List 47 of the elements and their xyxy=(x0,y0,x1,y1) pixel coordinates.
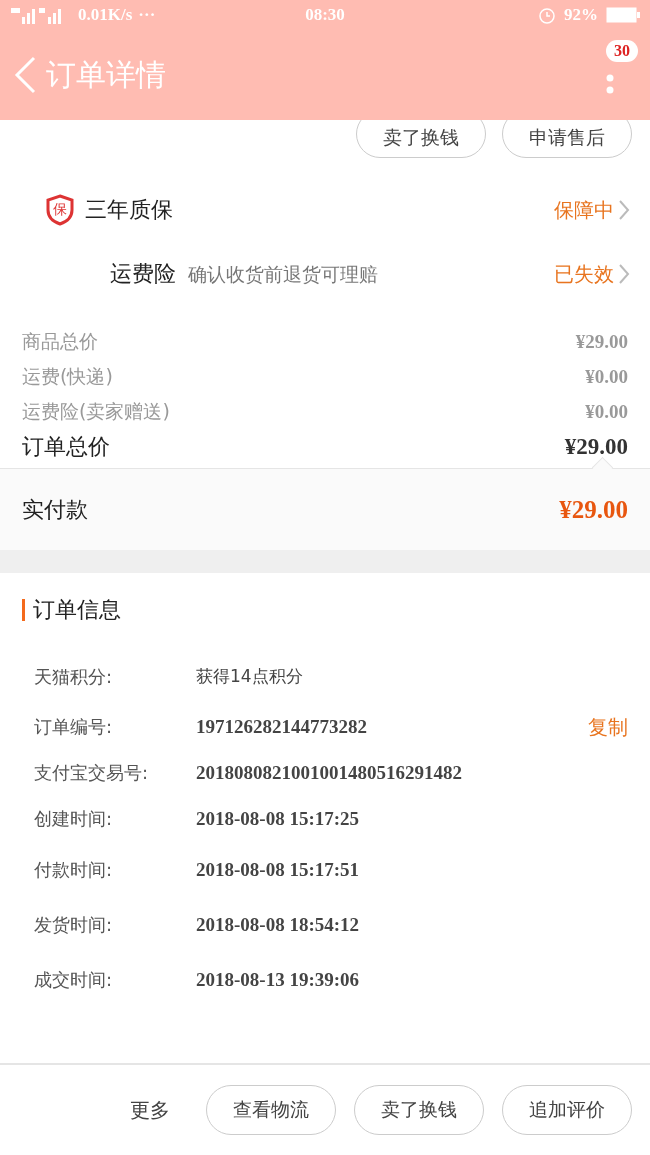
info-value: 2018080821001001480516291482 xyxy=(196,762,462,784)
info-value: 2018-08-08 15:17:51 xyxy=(196,858,360,881)
info-value: 获得14点积分 xyxy=(196,665,303,688)
service-name: 三年质保 xyxy=(85,196,173,224)
price-label: 订单总价 xyxy=(22,432,110,461)
price-label: 运费(快递) xyxy=(22,363,113,389)
action-button[interactable]: 卖了换钱 xyxy=(356,120,486,158)
service-note: 确认收货前退货可理赔 xyxy=(188,265,379,283)
chevron-right-icon xyxy=(618,263,630,285)
action-button[interactable]: 查看物流 xyxy=(206,1085,336,1135)
price-value: ¥29.00 xyxy=(564,433,628,460)
back-arrow-icon[interactable] xyxy=(12,55,38,95)
info-label: 付款时间: xyxy=(34,857,114,882)
more-menu-icon[interactable] xyxy=(606,74,614,94)
info-value: 197126282144773282 xyxy=(196,716,367,738)
info-label: 支付宝交易号: xyxy=(34,761,150,785)
paid-amount: ¥29.00 xyxy=(559,495,628,524)
more-icon: ··· xyxy=(138,5,156,25)
info-value: 2018-08-13 19:39:06 xyxy=(196,968,360,991)
service-name: 运费险 xyxy=(110,260,176,288)
shield-icon: 保 xyxy=(45,194,75,226)
price-value: ¥0.00 xyxy=(585,365,628,388)
action-button[interactable]: 卖了换钱 xyxy=(354,1085,484,1135)
battery-icon xyxy=(606,7,640,23)
network-speed: 0.01K/s xyxy=(78,5,133,25)
action-button[interactable]: 追加评价 xyxy=(502,1085,632,1135)
action-button[interactable]: 申请售后 xyxy=(502,120,632,158)
battery-percent: 92% xyxy=(564,5,598,25)
chevron-right-icon xyxy=(618,199,630,221)
page-title: 订单详情 xyxy=(46,55,167,94)
info-label: 创建时间: xyxy=(34,807,114,831)
info-label: 订单编号: xyxy=(34,715,114,739)
paid-label: 实付款 xyxy=(22,495,88,524)
more-button[interactable]: 更多 xyxy=(130,1096,170,1124)
info-label: 天猫积分: xyxy=(34,664,114,689)
price-label: 运费险(卖家赠送) xyxy=(22,398,170,424)
price-value: ¥29.00 xyxy=(575,330,628,353)
clock: 08:30 xyxy=(305,5,345,25)
alarm-icon xyxy=(538,6,556,24)
info-value: 2018-08-08 15:17:25 xyxy=(196,808,360,830)
info-label: 成交时间: xyxy=(34,967,114,992)
price-value: ¥0.00 xyxy=(585,400,628,423)
price-label: 商品总价 xyxy=(22,328,98,354)
notification-badge: 30 xyxy=(606,40,638,62)
info-value: 2018-08-08 18:54:12 xyxy=(196,913,360,936)
info-label: 发货时间: xyxy=(34,912,114,937)
section-title: 订单信息 xyxy=(33,596,121,624)
